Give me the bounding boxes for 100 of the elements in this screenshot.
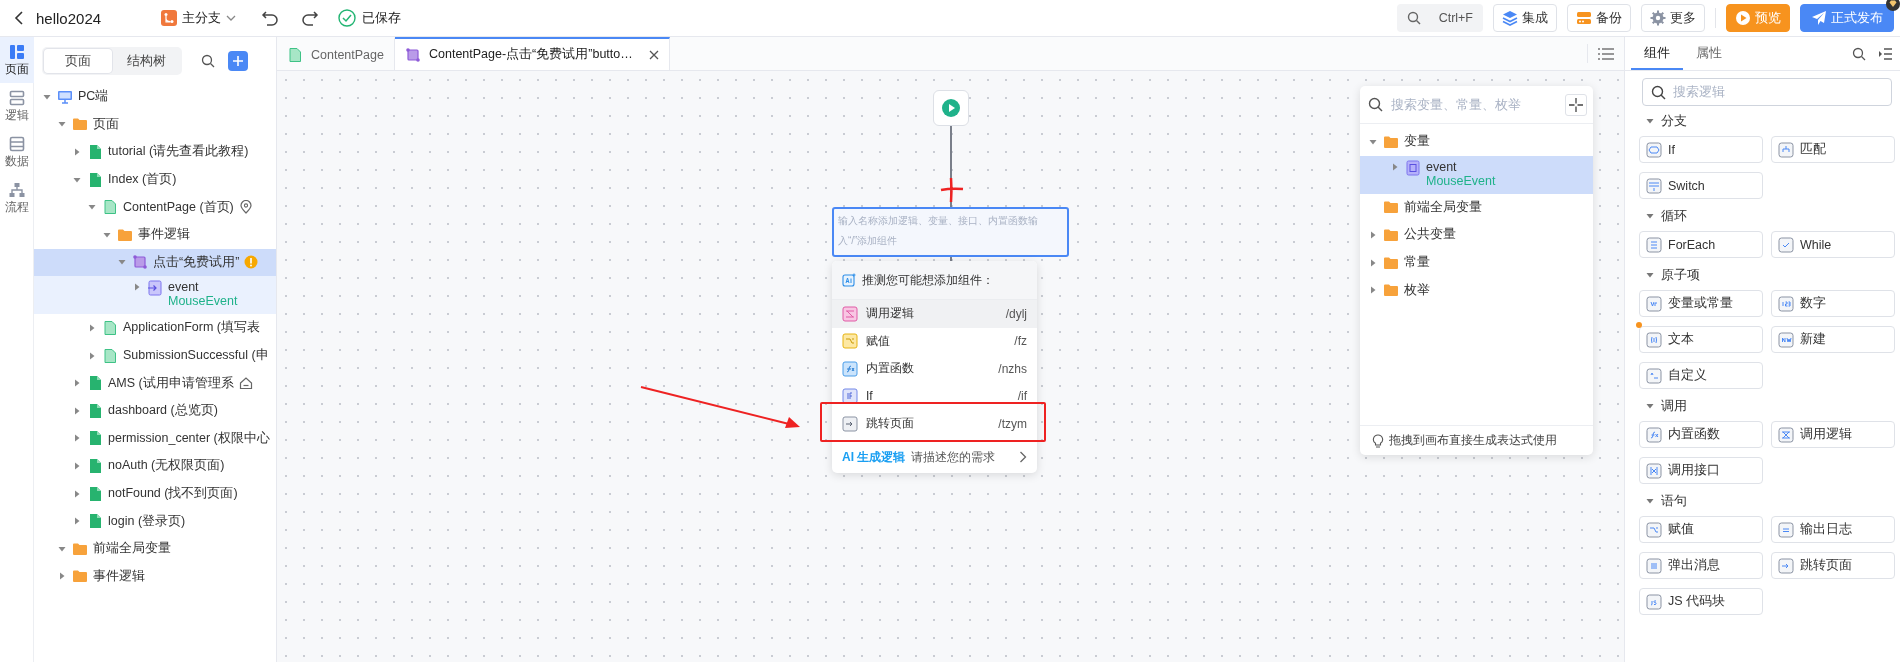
expand-arrow-icon[interactable] [72,488,82,499]
tab[interactable]: 结构树 [112,49,180,73]
list-icon[interactable] [1598,47,1614,60]
expand-arrow-icon[interactable] [1368,257,1378,268]
collapse-panel-icon[interactable] [1878,47,1892,60]
component-card[interactable]: 调用接口 [1639,457,1763,484]
sidebar-item[interactable]: 页面 [0,37,34,83]
chevron-right-icon[interactable] [1019,451,1027,463]
expand-arrow-icon[interactable] [1645,496,1655,506]
expand-arrow-icon[interactable] [57,571,67,582]
sidebar-item[interactable]: 流程 [0,175,34,221]
redo-icon[interactable] [301,10,320,26]
undo-icon[interactable] [261,10,280,26]
tab[interactable]: 组件 [1631,37,1683,70]
sidebar-item[interactable]: 数据 [0,129,34,175]
component-card[interactable]: If [1639,136,1763,163]
tree-item[interactable]: event MouseEvent [34,276,276,315]
search-icon[interactable] [1852,46,1866,61]
tree-item[interactable]: 常量 [1360,248,1593,277]
menu-item[interactable]: 跳转页面 /tzym [832,410,1037,438]
tree-item[interactable]: SubmissionSuccessful (申 [34,341,276,370]
tree-item[interactable]: PC端 [34,83,276,111]
tab[interactable]: 页面 [44,49,112,73]
item-name: 枚举 [1404,281,1430,299]
search-field[interactable]: 搜索变量、常量、枚举 [1389,96,1559,113]
component-card[interactable]: 输出日志 [1771,516,1895,543]
tree-item[interactable]: AMS (试用申请管理系 [34,369,276,397]
section-title: 调用 [1661,397,1687,415]
tree-item[interactable]: 前端全局变量 [1360,193,1593,222]
add-button[interactable] [228,51,248,71]
tree-item[interactable]: noAuth (无权限页面) [34,452,276,480]
component-card[interactable]: 弹出消息 [1639,552,1763,579]
tree-item[interactable]: ContentPage (首页) [34,193,276,221]
component-card[interactable]: 内置函数 [1639,421,1763,448]
component-card[interactable]: 新建 [1771,326,1895,353]
component-card[interactable]: While [1771,231,1895,258]
search-field[interactable]: 搜索逻辑 [1642,78,1892,106]
component-card[interactable]: 变量或常量 [1639,290,1763,317]
tree-item[interactable]: permission_center (权限中心 [34,424,276,453]
tree-item[interactable]: 事件逻辑 [34,562,276,591]
component-card[interactable]: 赋值 [1639,516,1763,543]
component-card[interactable]: 数字 [1771,290,1895,317]
expand-arrow-icon[interactable] [1368,230,1378,240]
expand-arrow-icon[interactable] [132,282,142,293]
expand-arrow-icon[interactable] [1368,285,1378,296]
component-icon [842,360,858,377]
close-icon[interactable] [648,49,659,60]
tree-item[interactable]: tutorial (请先查看此教程) [34,138,276,166]
expand-arrow-icon[interactable] [1645,211,1655,221]
expand-arrow-icon[interactable] [1645,116,1655,126]
start-node[interactable] [933,90,969,126]
tree-item[interactable]: notFound (找不到页面) [34,479,276,508]
tree-item[interactable]: Index (首页) [34,165,276,194]
expand-arrow-icon[interactable] [1645,270,1655,280]
menu-item[interactable]: 内置函数 /nzhs [832,355,1037,383]
toolbar-button[interactable]: 备份 [1567,4,1631,32]
item-name: tutorial (请先查看此教程) [108,143,249,161]
expand-arrow-icon[interactable] [1390,161,1400,172]
editor-tab[interactable]: ContentPage-点击“免费试用”butto… [395,37,670,70]
tree-item[interactable]: 事件逻辑 [34,220,276,249]
expand-arrow-icon[interactable] [72,378,82,389]
tree-item[interactable]: event MouseEvent [1360,155,1593,194]
editor-tab[interactable]: ContentPage [277,37,395,70]
component-card[interactable]: 跳转页面 [1771,552,1895,579]
search-icon[interactable] [201,54,215,68]
tree-item[interactable]: login (登录页) [34,507,276,535]
expand-arrow-icon[interactable] [72,460,82,471]
toolbar-button[interactable]: 更多 [1641,4,1705,32]
component-card[interactable]: 调用逻辑 [1771,421,1895,448]
tab[interactable]: 属性 [1683,37,1735,70]
component-card[interactable]: ForEach [1639,231,1763,258]
tree-item[interactable]: 变量 [1360,128,1593,156]
branch-selector[interactable]: 主分支 [161,9,237,27]
menu-item[interactable]: If /if [832,382,1037,410]
component-card[interactable]: Switch [1639,172,1763,199]
tree-item[interactable]: 前端全局变量 [34,534,276,563]
sidebar-item[interactable]: 逻辑 [0,83,34,129]
expand-arrow-icon[interactable] [1645,401,1655,411]
expand-arrow-icon[interactable] [87,322,97,333]
tree-item[interactable]: dashboard (总览页) [34,396,276,425]
component-card[interactable]: JS 代码块 [1639,588,1763,615]
component-icon [1778,557,1794,574]
expand-arrow-icon[interactable] [72,147,82,157]
menu-item[interactable]: 调用逻辑 /dylj [832,300,1037,328]
tree-item[interactable]: ApplicationForm (填写表 [34,314,276,342]
menu-item[interactable]: 赋值 /fz [832,327,1037,355]
tree-item[interactable]: 页面 [34,110,276,139]
pin-button[interactable] [1565,93,1587,116]
expand-arrow-icon[interactable] [72,516,82,527]
expand-arrow-icon[interactable] [87,350,97,361]
component-card[interactable]: 匹配 [1771,136,1895,163]
expand-arrow-icon[interactable] [72,405,82,416]
tree-item[interactable]: 枚举 [1360,276,1593,304]
component-card[interactable]: 自定义 [1639,362,1763,389]
search-button[interactable]: Ctrl+F [1396,4,1483,32]
toolbar-button[interactable]: 集成 [1493,4,1557,32]
tree-item[interactable]: 公共变量 [1360,221,1593,249]
expand-arrow-icon[interactable] [72,433,82,444]
tree-item[interactable]: 点击“免费试用” [34,248,276,277]
input-field[interactable]: 输入名称添加逻辑、变量、接口、内置函数输入“/”添加组件 [832,207,1069,257]
